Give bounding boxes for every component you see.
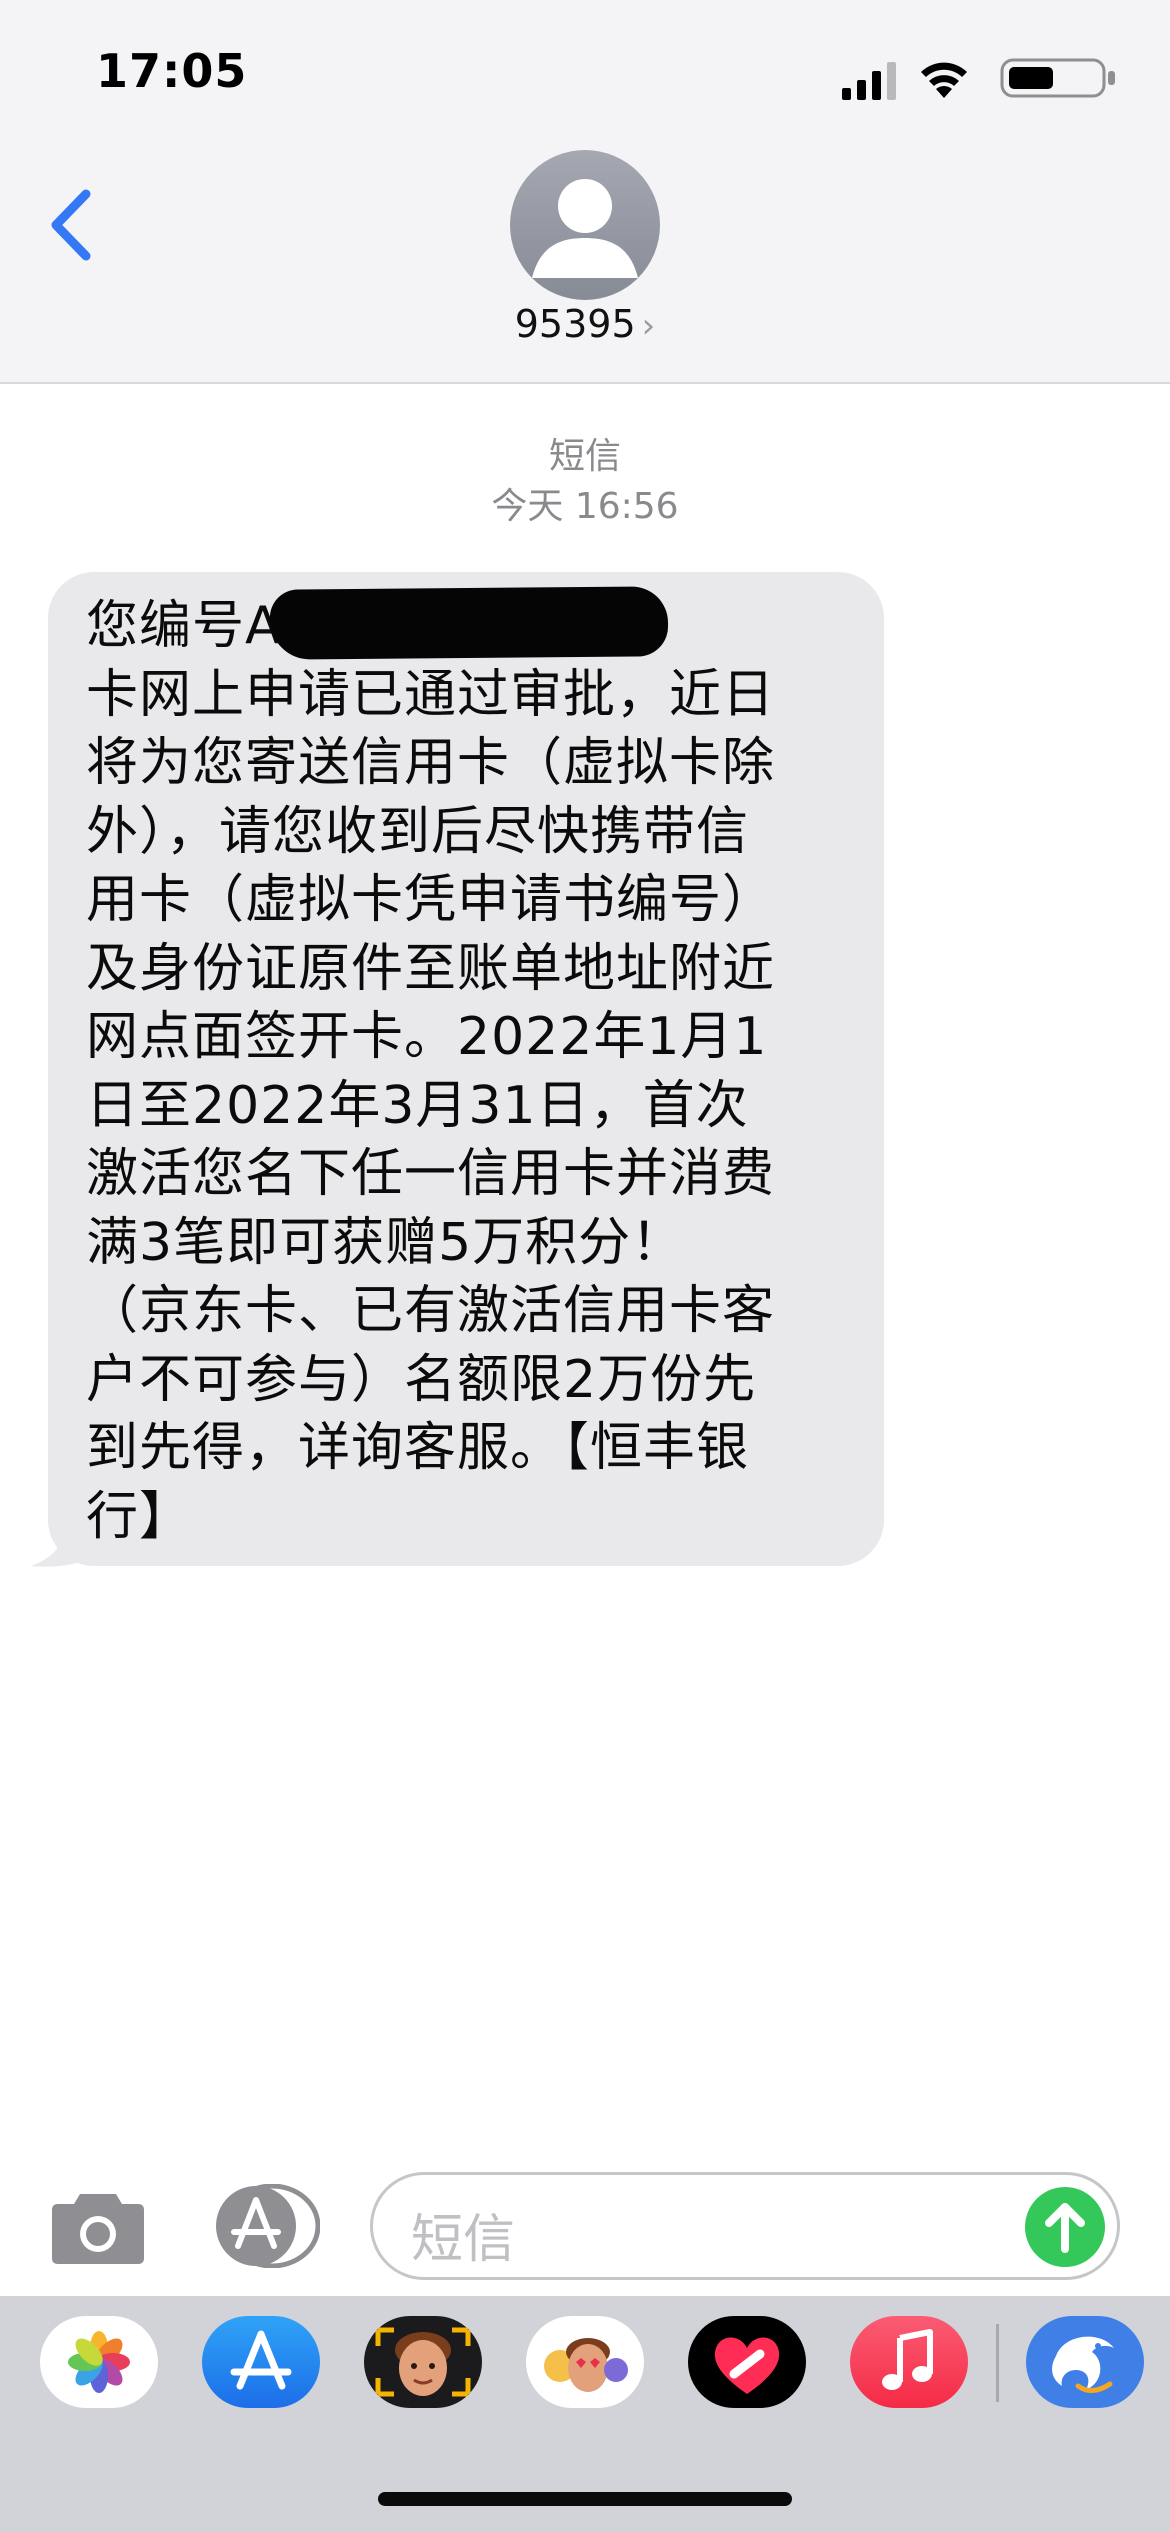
memoji-face-icon — [375, 2327, 471, 2397]
app-store-apps-icon[interactable] — [208, 2184, 320, 2268]
ctrip-icon[interactable] — [1026, 2316, 1144, 2408]
back-chevron-icon[interactable] — [42, 180, 102, 270]
conversation-header: 短信 今天 16:56 — [0, 432, 1170, 532]
dolphin-icon — [1052, 2336, 1114, 2393]
photos-flower-icon — [68, 2331, 130, 2393]
contact-number[interactable]: 95395 — [515, 302, 636, 346]
music-icon[interactable] — [850, 2316, 968, 2408]
home-indicator[interactable] — [378, 2492, 792, 2506]
heart-icon — [714, 2337, 780, 2394]
photos-icon[interactable] — [40, 2316, 158, 2408]
arrow-up-icon — [1045, 2203, 1085, 2253]
message-timestamp: 今天 16:56 — [491, 486, 679, 527]
status-time: 17:05 — [96, 44, 248, 98]
animoji-stickers-icon — [544, 2338, 628, 2392]
digital-touch-icon[interactable] — [688, 2316, 806, 2408]
drawer-divider — [996, 2324, 999, 2402]
person-silhouette-icon — [532, 179, 638, 278]
status-icons — [818, 52, 1118, 102]
send-button[interactable] — [1025, 2187, 1105, 2267]
cellular-signal-icon — [842, 62, 896, 100]
bubble-tail — [30, 1516, 90, 1567]
battery-icon — [1000, 58, 1115, 98]
animoji-icon[interactable] — [526, 2316, 644, 2408]
message-input-placeholder[interactable]: 短信 — [411, 2197, 515, 2272]
app-store-a-icon — [230, 2330, 292, 2390]
wifi-icon — [921, 62, 967, 98]
redaction-mark — [269, 586, 669, 660]
message-input[interactable]: 短信 — [370, 2172, 1120, 2280]
contact-name[interactable]: 95395 › — [0, 302, 1170, 346]
camera-icon[interactable] — [50, 2188, 146, 2264]
app-store-icon[interactable] — [202, 2316, 320, 2408]
contact-details-chevron-icon[interactable]: › — [642, 306, 656, 346]
message-text[interactable]: 您编号A 的信用 卡网上申请已通过审批，近日 将为您寄送信用卡（虚拟卡除 外），… — [86, 592, 846, 1551]
navigation-header: 17:05 95395 › — [0, 0, 1170, 384]
contact-avatar[interactable] — [510, 150, 660, 300]
service-label: 短信 — [548, 436, 621, 477]
memoji-icon[interactable] — [364, 2316, 482, 2408]
music-note-icon — [882, 2329, 933, 2390]
